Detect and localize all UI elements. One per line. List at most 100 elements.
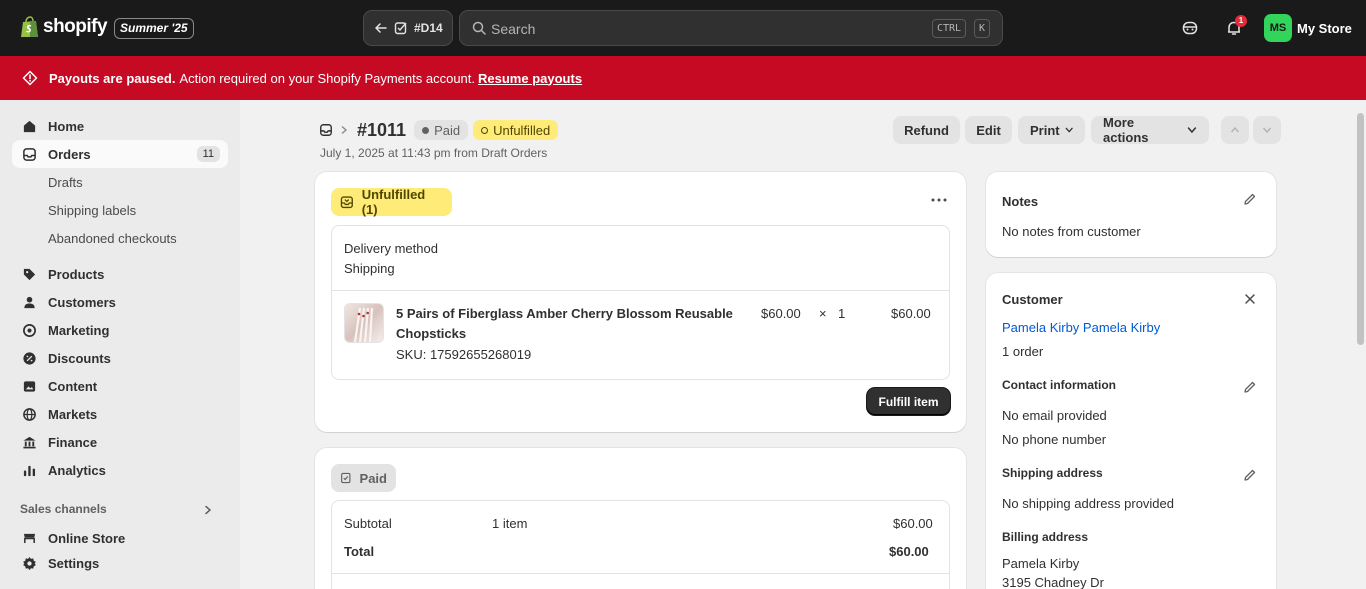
sidebar-item-markets[interactable]: Markets xyxy=(12,400,228,428)
sidebar-item-settings[interactable]: Settings xyxy=(12,549,228,577)
payment-status-badge: Paid xyxy=(414,120,469,140)
billing-name: Pamela Kirby xyxy=(1002,556,1080,571)
notes-title: Notes xyxy=(1002,194,1039,209)
chevron-right-icon xyxy=(341,125,348,135)
sidebar-item-label: Discounts xyxy=(48,350,111,366)
discount-icon xyxy=(23,351,36,365)
print-label: Print xyxy=(1030,122,1060,138)
sidebar-item-home[interactable]: Home xyxy=(12,112,228,140)
divider xyxy=(332,573,949,574)
paid-status-pill: Paid xyxy=(331,464,396,492)
content-image-icon xyxy=(23,380,36,392)
times-symbol: × xyxy=(819,306,827,321)
page-title-row: #1011 Paid Unfulfilled xyxy=(319,119,563,141)
subtotal-value: $60.00 xyxy=(893,516,933,531)
total-value: $60.00 xyxy=(889,544,929,559)
contact-info-title: Contact information xyxy=(1002,378,1116,392)
next-order-button[interactable] xyxy=(1253,116,1281,144)
sidebar-item-label: Products xyxy=(48,266,105,282)
no-shipping-address-text: No shipping address provided xyxy=(1002,496,1174,511)
status-dot-icon xyxy=(422,126,430,134)
billing-address-title: Billing address xyxy=(1002,530,1089,544)
chevron-right-icon[interactable] xyxy=(203,505,213,515)
order-subtitle: July 1, 2025 at 11:43 pm from Draft Orde… xyxy=(320,146,548,160)
gear-icon xyxy=(23,556,36,570)
product-title-line2[interactable]: Chopsticks xyxy=(396,326,466,341)
pencil-icon[interactable] xyxy=(1243,380,1257,394)
previous-order-button[interactable] xyxy=(1221,116,1249,144)
customer-name-link[interactable]: Pamela Kirby Pamela Kirby xyxy=(1002,320,1160,335)
bar-chart-icon xyxy=(23,465,36,476)
sidekick-icon xyxy=(1182,21,1198,35)
billing-street: 3195 Chadney Dr xyxy=(1002,575,1104,589)
logo-text: shopify xyxy=(43,16,108,37)
unfulfilled-box-icon xyxy=(340,196,353,209)
sidebar-item-label: Online Store xyxy=(48,530,126,544)
store-menu[interactable]: MS My Store xyxy=(1264,14,1352,42)
total-label: Total xyxy=(344,544,375,559)
refund-button[interactable]: Refund xyxy=(893,116,960,144)
search-bar[interactable]: CTRL K xyxy=(459,10,1003,46)
product-title-line1[interactable]: 5 Pairs of Fiberglass Amber Cherry Bloss… xyxy=(396,306,733,321)
subtotal-items: 1 item xyxy=(492,516,528,531)
target-icon xyxy=(23,323,36,337)
notes-card xyxy=(986,172,1276,257)
tag-icon xyxy=(23,268,36,280)
sidebar-item-orders[interactable]: Orders 11 xyxy=(12,140,228,168)
scrollbar-thumb[interactable] xyxy=(1357,113,1364,345)
shortcut-k: K xyxy=(974,19,991,38)
orders-count-badge: 11 xyxy=(196,146,220,162)
sidebar-item-customers[interactable]: Customers xyxy=(12,288,228,316)
sidebar-item-discounts[interactable]: Discounts xyxy=(12,344,228,372)
back-label: #D14 xyxy=(414,21,443,35)
back-to-draft-button[interactable]: #D14 xyxy=(363,10,453,46)
sidebar: Home Orders 11 Drafts Shipping labels Ab… xyxy=(0,100,240,589)
sales-channels-heading[interactable]: Sales channels xyxy=(20,502,107,516)
sidebar-item-label: Orders xyxy=(48,146,91,162)
notes-text: No notes from customer xyxy=(1002,224,1141,239)
sidekick-button[interactable] xyxy=(1176,14,1204,42)
more-actions-label: More actions xyxy=(1103,115,1149,145)
orders-inbox-icon[interactable] xyxy=(319,123,333,137)
store-avatar: MS xyxy=(1264,14,1292,42)
no-email-text: No email provided xyxy=(1002,408,1107,423)
shopify-bag-icon xyxy=(21,16,38,37)
payment-summary-box xyxy=(331,500,950,589)
receipt-check-icon xyxy=(341,472,351,484)
no-phone-text: No phone number xyxy=(1002,432,1107,447)
close-icon[interactable] xyxy=(1244,293,1256,305)
sidebar-item-shipping-labels[interactable]: Shipping labels xyxy=(48,203,136,218)
sidebar-item-content[interactable]: Content xyxy=(12,372,228,400)
unfulfilled-status-label: Unfulfilled (1) xyxy=(361,187,426,217)
status-circle-icon xyxy=(481,126,489,134)
pencil-icon[interactable] xyxy=(1243,468,1257,482)
print-button[interactable]: Print xyxy=(1018,116,1085,144)
shopify-logo[interactable]: shopify xyxy=(20,16,108,38)
sidebar-item-marketing[interactable]: Marketing xyxy=(12,316,228,344)
more-horizontal-icon[interactable] xyxy=(930,196,948,204)
home-icon xyxy=(23,120,36,132)
product-thumbnail[interactable] xyxy=(344,303,384,343)
sidebar-item-finance[interactable]: Finance xyxy=(12,428,228,456)
quantity: 1 xyxy=(838,306,846,321)
banner-bold-text: Payouts are paused. xyxy=(49,70,176,86)
notification-count-badge: 1 xyxy=(1235,15,1247,27)
sidebar-item-abandoned-checkouts[interactable]: Abandoned checkouts xyxy=(48,231,177,246)
search-input[interactable] xyxy=(491,19,891,39)
edition-badge[interactable]: Summer '25 xyxy=(114,18,194,39)
payouts-paused-banner: Payouts are paused. Action required on y… xyxy=(0,56,1366,100)
sidebar-item-online-store[interactable]: Online Store xyxy=(12,524,228,543)
subtotal-label: Subtotal xyxy=(344,516,392,531)
pencil-icon[interactable] xyxy=(1243,192,1257,206)
sidebar-item-drafts[interactable]: Drafts xyxy=(48,175,83,190)
edit-button[interactable]: Edit xyxy=(965,116,1012,144)
chopsticks-image-icon xyxy=(353,307,374,342)
top-bar: shopify Summer '25 #D14 CTRL K 1 MS My S… xyxy=(0,0,1366,56)
sidebar-item-products[interactable]: Products xyxy=(12,260,228,288)
more-actions-button[interactable]: More actions xyxy=(1091,115,1209,145)
chevron-down-icon xyxy=(1065,127,1073,133)
fulfill-item-button[interactable]: Fulfill item xyxy=(867,388,950,415)
sidebar-item-analytics[interactable]: Analytics xyxy=(12,456,228,484)
resume-payouts-link[interactable]: Resume payouts xyxy=(478,71,582,86)
person-icon xyxy=(24,296,35,308)
